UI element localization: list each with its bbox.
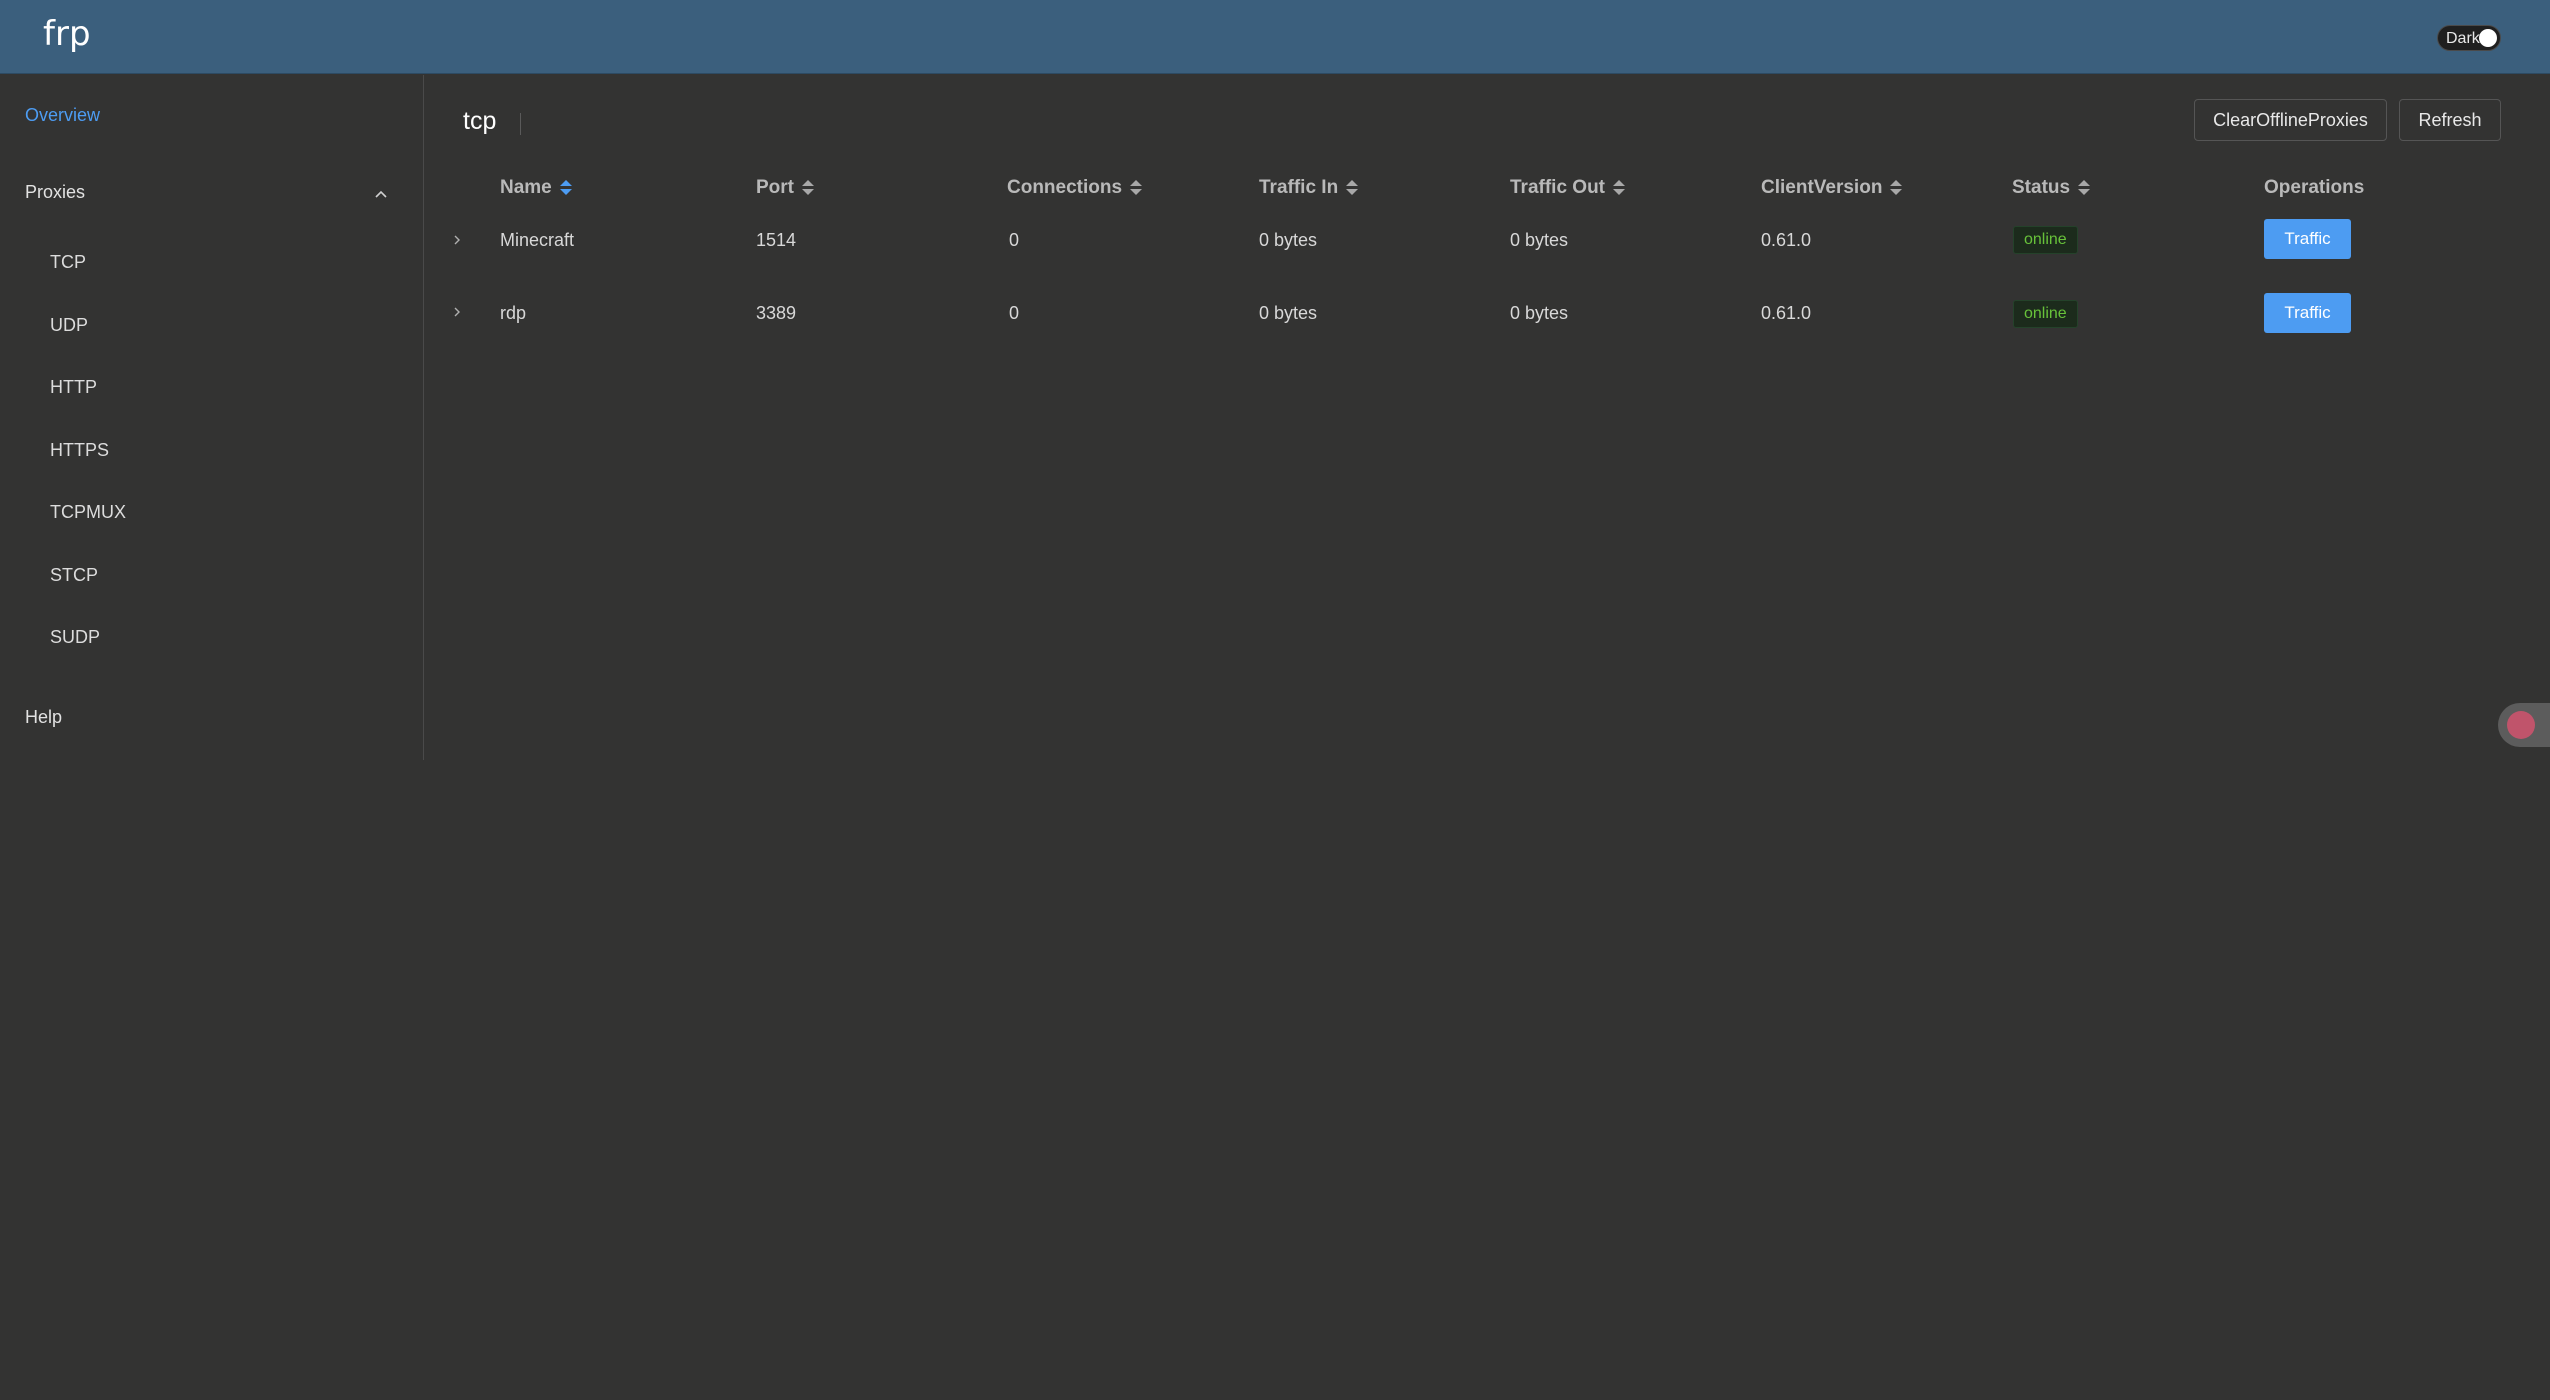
table-row[interactable]: rdp 3389 0 0 bytes 0 bytes 0.61.0 online…	[425, 289, 2550, 363]
sort-icon[interactable]	[802, 179, 814, 197]
dark-mode-label: Dark	[2446, 30, 2480, 47]
sort-icon[interactable]	[1613, 179, 1626, 197]
cell-traffic-out: 0 bytes	[1510, 303, 1569, 323]
column-header-label: Connections	[1007, 177, 1123, 198]
column-header-label: Traffic In	[1259, 177, 1339, 198]
cell-traffic-in: 0 bytes	[1259, 303, 1318, 323]
sidebar-item-https[interactable]: HTTPS	[50, 440, 109, 461]
sidebar-item-stcp[interactable]: STCP	[50, 565, 98, 586]
column-header-traffic-in[interactable]: Traffic In	[1259, 177, 1359, 199]
cell-port: 3389	[756, 303, 797, 323]
title-divider	[520, 113, 521, 135]
column-header-client-version[interactable]: ClientVersion	[1761, 177, 1903, 199]
cell-connections: 0	[1009, 303, 1020, 323]
sidebar-item-udp[interactable]: UDP	[50, 315, 88, 336]
sidebar: Overview Proxies TCP UDP HTTP HTTPS TCPM…	[0, 75, 424, 760]
table-row[interactable]: Minecraft 1514 0 0 bytes 0 bytes 0.61.0 …	[425, 215, 2550, 289]
cell-traffic-in: 0 bytes	[1259, 230, 1318, 250]
column-header-port[interactable]: Port	[756, 177, 814, 199]
refresh-button[interactable]: Refresh	[2399, 99, 2501, 141]
column-header-label: ClientVersion	[1761, 177, 1883, 198]
column-header-label: Name	[500, 177, 552, 198]
sort-icon[interactable]	[1346, 179, 1359, 197]
sort-icon[interactable]	[1130, 179, 1143, 197]
chevron-up-icon[interactable]	[373, 186, 389, 202]
toggle-knob	[2479, 29, 2497, 47]
sidebar-item-help[interactable]: Help	[25, 707, 62, 728]
status-badge: online	[2013, 300, 2078, 328]
sidebar-item-sudp[interactable]: SUDP	[50, 627, 100, 648]
chevron-right-icon[interactable]	[450, 233, 464, 247]
column-header-label: Port	[756, 177, 794, 198]
status-badge: online	[2013, 226, 2078, 254]
cell-traffic-out: 0 bytes	[1510, 230, 1569, 250]
column-header-name[interactable]: Name	[500, 177, 572, 199]
sidebar-item-tcp[interactable]: TCP	[50, 252, 86, 273]
sidebar-item-overview[interactable]: Overview	[25, 105, 100, 126]
cell-connections: 0	[1009, 230, 1020, 250]
cell-name: rdp	[500, 303, 527, 323]
chevron-right-icon[interactable]	[450, 305, 464, 319]
column-header-label: Traffic Out	[1510, 177, 1606, 198]
traffic-button[interactable]: Traffic	[2264, 293, 2351, 333]
cell-name: Minecraft	[500, 230, 575, 250]
translate-widget[interactable]	[2498, 703, 2550, 747]
cell-client-version: 0.61.0	[1761, 230, 1812, 250]
app-brand[interactable]: frp	[43, 14, 91, 54]
top-header: frp Dark	[0, 0, 2550, 74]
column-header-traffic-out[interactable]: Traffic Out	[1510, 177, 1626, 199]
column-header-label: Operations	[2264, 177, 2365, 198]
cell-port: 1514	[756, 230, 797, 250]
cell-client-version: 0.61.0	[1761, 303, 1812, 323]
sidebar-item-http[interactable]: HTTP	[50, 377, 97, 398]
page-title: tcp	[463, 107, 497, 135]
sort-icon[interactable]	[2078, 179, 2091, 197]
sort-icon[interactable]	[559, 179, 572, 197]
dark-mode-toggle[interactable]: Dark	[2437, 25, 2501, 51]
traffic-button[interactable]: Traffic	[2264, 219, 2351, 259]
column-header-operations: Operations	[2264, 177, 2364, 199]
column-header-connections[interactable]: Connections	[1007, 177, 1143, 199]
translate-icon[interactable]	[2507, 711, 2535, 739]
sidebar-item-tcpmux[interactable]: TCPMUX	[50, 502, 126, 523]
column-header-status[interactable]: Status	[2012, 177, 2091, 199]
sort-icon[interactable]	[1890, 179, 1903, 197]
sidebar-item-proxies[interactable]: Proxies	[25, 182, 85, 203]
clear-offline-proxies-button[interactable]: ClearOfflineProxies	[2194, 99, 2387, 141]
column-header-label: Status	[2012, 177, 2071, 198]
